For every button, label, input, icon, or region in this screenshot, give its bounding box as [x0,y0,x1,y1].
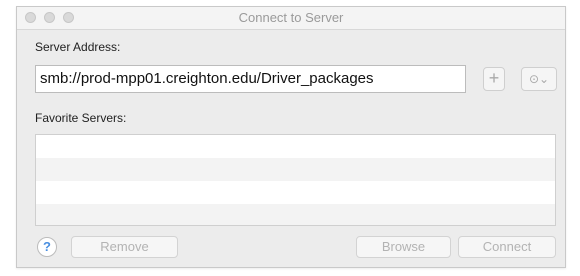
plus-icon: + [488,68,500,88]
favorite-servers-list[interactable] [35,134,556,226]
browse-button[interactable]: Browse [356,236,451,258]
title-bar: Connect to Server [17,7,565,30]
server-address-input[interactable]: smb://prod-mpp01.creighton.edu/Driver_pa… [35,65,466,93]
list-row[interactable] [36,204,555,225]
window-title: Connect to Server [238,10,344,25]
connect-to-server-window: Connect to Server Server Address: smb://… [16,6,566,268]
recent-servers-button[interactable]: ⊙⌄ [521,67,557,91]
remove-button[interactable]: Remove [71,236,178,258]
server-address-label: Server Address: [35,40,121,54]
list-row[interactable] [36,158,555,181]
help-button[interactable]: ? [37,237,57,257]
clock-icon: ⊙⌄ [528,72,550,86]
list-row[interactable] [36,181,555,204]
question-icon: ? [43,239,51,254]
add-favorite-button[interactable]: + [483,67,505,91]
list-row[interactable] [36,135,555,158]
connect-button[interactable]: Connect [458,236,556,258]
favorite-servers-label: Favorite Servers: [35,111,127,125]
